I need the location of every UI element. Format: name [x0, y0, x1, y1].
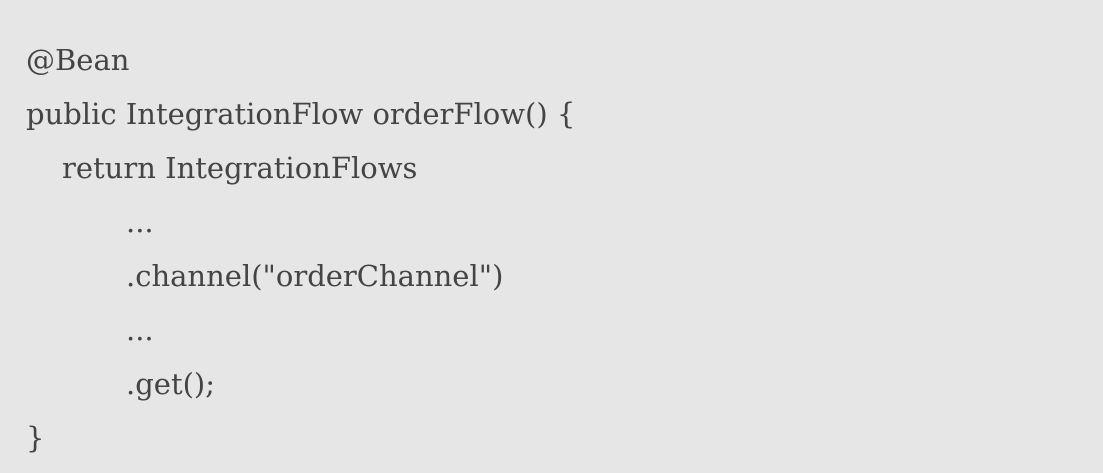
code-block: @Bean public IntegrationFlow orderFlow()… [0, 0, 1103, 473]
code-line-ellipsis-1: ... [126, 205, 154, 239]
code-line-channel: .channel("orderChannel") [126, 259, 504, 293]
code-line-method-signature: public IntegrationFlow orderFlow() { [26, 97, 576, 131]
code-line-closing-brace: } [26, 421, 45, 455]
code-line-annotation: @Bean [26, 43, 130, 77]
code-line-return: return IntegrationFlows [62, 151, 418, 185]
code-line-get: .get(); [126, 367, 215, 401]
code-line-ellipsis-2: ... [126, 313, 154, 347]
